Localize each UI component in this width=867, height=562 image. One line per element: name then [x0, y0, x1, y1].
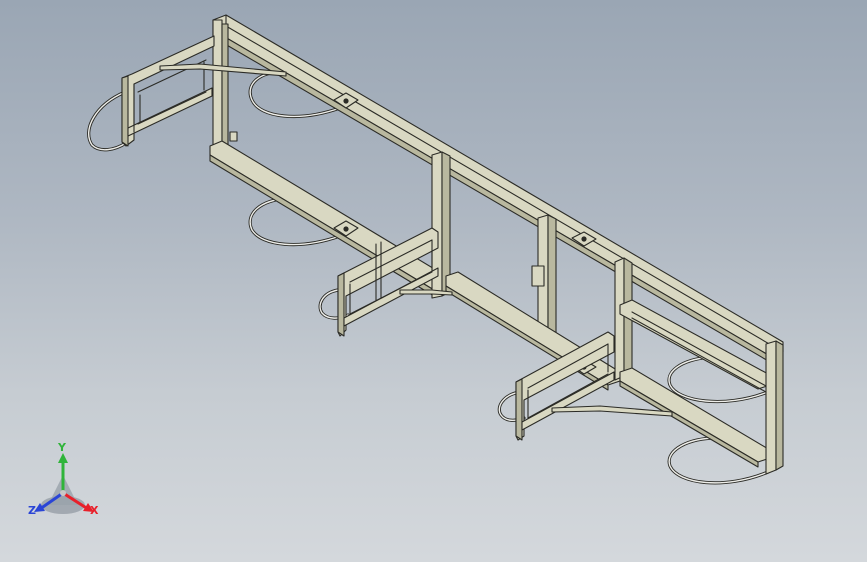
center-bracket: [531, 265, 545, 287]
bike-rack-frame-model[interactable]: [0, 0, 867, 562]
right-post-inner: [614, 257, 625, 381]
triad-z-label: Z: [28, 504, 36, 517]
triad-y-label: Y: [58, 441, 66, 454]
lower-rail-left: [209, 140, 447, 291]
cad-viewport[interactable]: Y X Z: [0, 0, 867, 562]
right-end-post: [765, 340, 777, 475]
center-swing-strut: [399, 289, 453, 296]
triad-x-label: X: [90, 504, 99, 517]
right-swing-strut: [551, 405, 673, 417]
orientation-triad[interactable]: Y X Z: [20, 441, 110, 525]
